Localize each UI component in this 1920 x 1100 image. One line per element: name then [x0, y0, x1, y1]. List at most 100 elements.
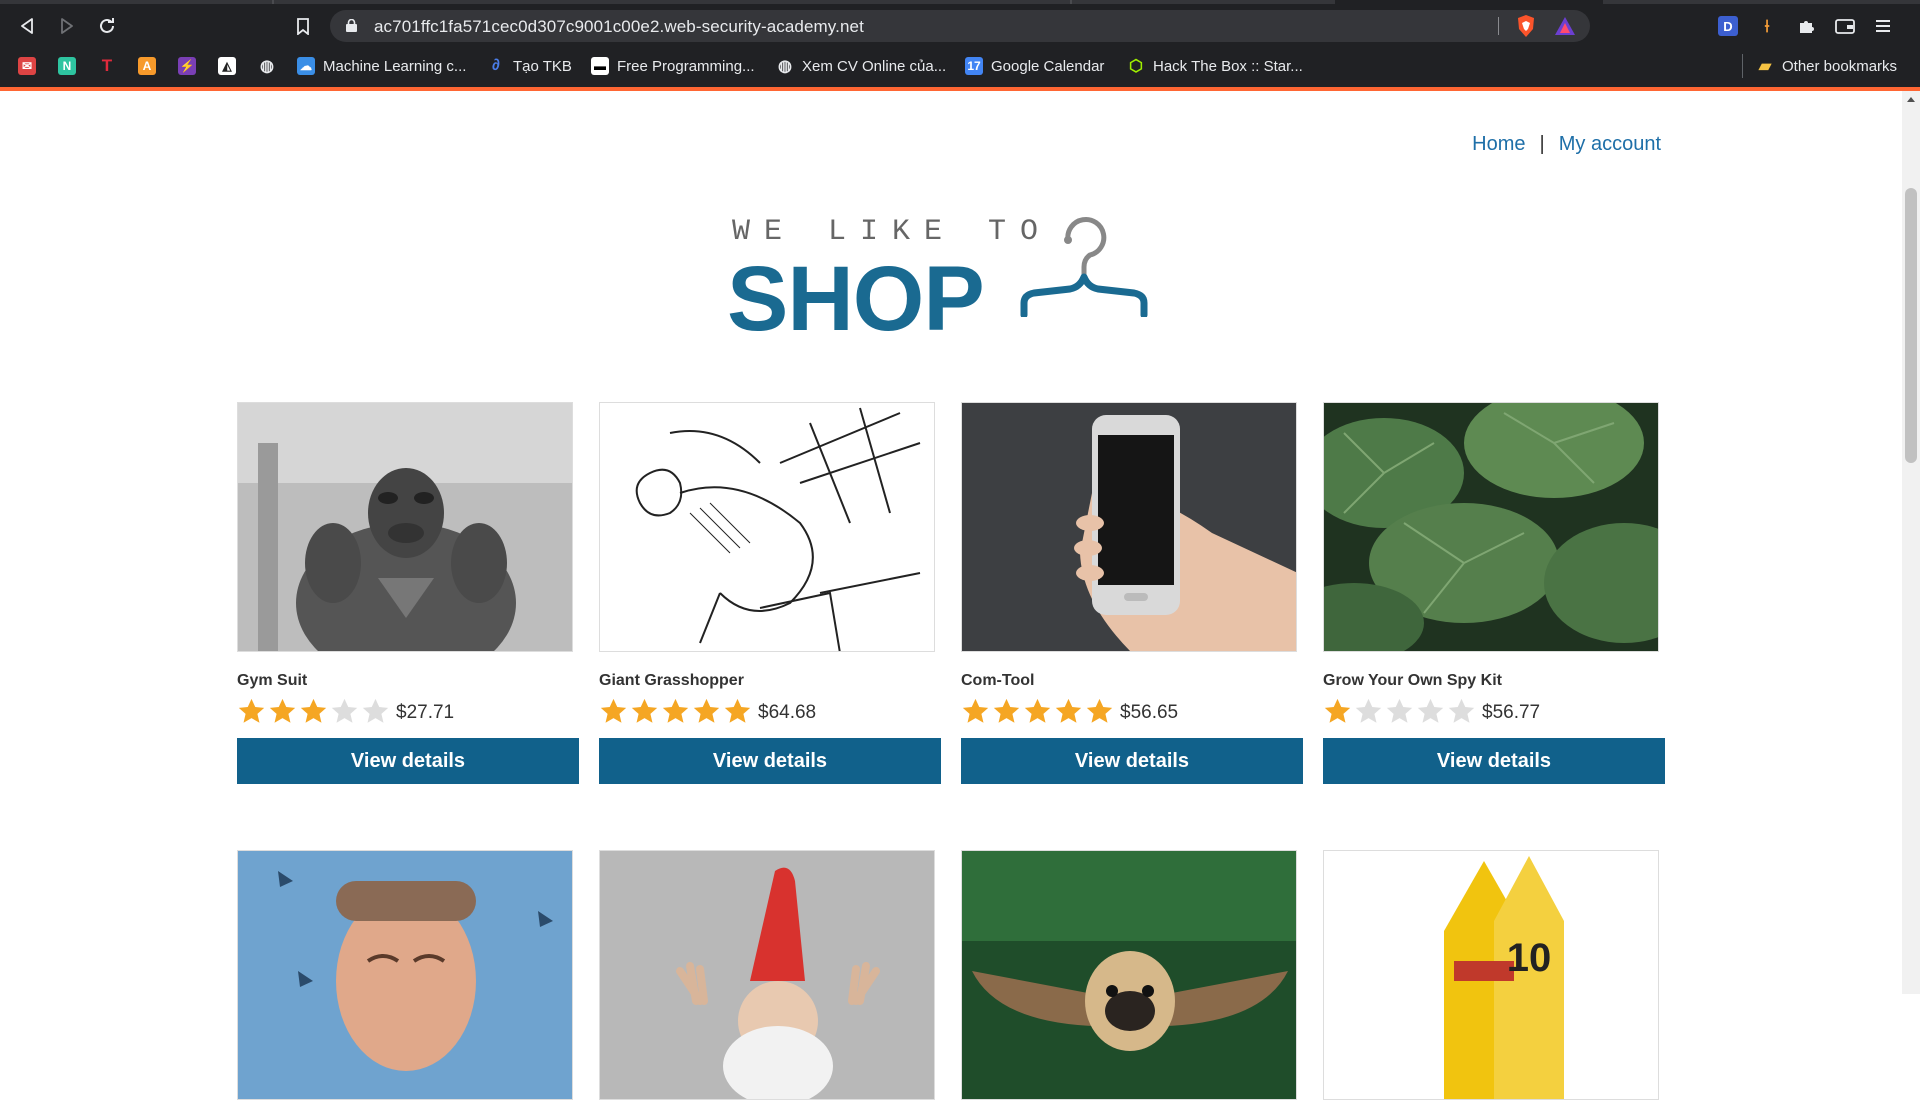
rating-stars — [599, 697, 752, 726]
back-icon[interactable] — [15, 14, 39, 38]
bookmark-icon[interactable] — [291, 14, 315, 38]
hanger-icon — [1020, 217, 1148, 317]
bookmark-htb[interactable]: ⬡ Hack The Box :: Star... — [1127, 55, 1303, 77]
product-card: 10 — [1323, 850, 1665, 1100]
product-price: $56.65 — [1120, 702, 1179, 723]
star-empty-icon — [362, 698, 389, 723]
bookmark-mail[interactable]: ✉ — [18, 55, 36, 77]
scrollbar-thumb[interactable] — [1905, 188, 1917, 463]
product-card: Grow Your Own Spy Kit $56.77 View detail… — [1323, 402, 1665, 784]
product-image[interactable] — [961, 402, 1297, 652]
wallet-icon[interactable] — [1835, 16, 1855, 36]
bookmark-cv[interactable]: ◍ Xem CV Online của... — [776, 55, 946, 77]
mail-icon: ✉ — [18, 57, 36, 75]
address-bar[interactable]: ac701ffc1fa571cec0d307c9001c00e2.web-sec… — [330, 10, 1590, 42]
omnibox-divider — [1498, 17, 1499, 35]
flag-extension-icon[interactable]: ⟊ — [1757, 16, 1777, 36]
book-icon: ▬ — [591, 57, 609, 75]
t-icon: T — [101, 56, 113, 75]
rating-stars — [237, 697, 390, 726]
scrollbar[interactable] — [1902, 91, 1920, 994]
product-name: Gym Suit — [237, 672, 308, 689]
toolbar: ac701ffc1fa571cec0d307c9001c00e2.web-sec… — [0, 4, 1920, 48]
bookmark-calendar[interactable]: 17 Google Calendar — [965, 55, 1104, 77]
home-link[interactable]: Home — [1472, 133, 1525, 156]
top-nav: Home | My account — [1472, 133, 1661, 156]
globe-icon: ◍ — [260, 58, 274, 75]
reload-icon[interactable] — [95, 14, 119, 38]
product-card: Giant Grasshopper $64.68 View details — [599, 402, 941, 784]
view-details-button[interactable]: View details — [1323, 738, 1665, 784]
d-extension-icon[interactable]: D — [1718, 16, 1738, 36]
nav-separator: | — [1539, 133, 1545, 155]
product-image[interactable] — [237, 402, 573, 652]
product-image[interactable] — [961, 850, 1297, 1100]
bookmark-label: Free Programming... — [617, 57, 755, 75]
product-price: $56.77 — [1482, 702, 1541, 723]
web-page: Home | My account WE LIKE TO SHOP Gym Su… — [0, 91, 1902, 1100]
star-filled-icon — [631, 698, 658, 723]
view-details-button[interactable]: View details — [237, 738, 579, 784]
view-details-button[interactable]: View details — [961, 738, 1303, 784]
product-meta: $64.68 — [599, 696, 941, 726]
logo-word: SHOP — [727, 248, 985, 350]
a-icon: A — [138, 57, 156, 75]
globe-icon: ◍ — [778, 58, 792, 75]
product-name: Giant Grasshopper — [599, 672, 744, 689]
product-card — [961, 850, 1303, 1100]
other-bookmarks-label: Other bookmarks — [1782, 57, 1898, 75]
cloud-icon: ☁ — [297, 57, 315, 75]
bookmark-n[interactable]: N — [58, 55, 76, 77]
star-filled-icon — [238, 698, 265, 723]
star-empty-icon — [1386, 698, 1413, 723]
rating-stars — [961, 697, 1114, 726]
product-image[interactable]: 10 — [1323, 850, 1659, 1100]
rewards-icon[interactable] — [1554, 16, 1576, 36]
browser-chrome: ac701ffc1fa571cec0d307c9001c00e2.web-sec… — [0, 0, 1920, 91]
bookmark-label: Xem CV Online của... — [802, 57, 947, 75]
star-empty-icon — [331, 698, 358, 723]
bookmark-globe[interactable]: ◍ — [258, 55, 276, 77]
bookmark-ml[interactable]: ☁ Machine Learning c... — [297, 55, 466, 77]
bookmark-label: Hack The Box :: Star... — [1153, 57, 1303, 75]
swirl-icon: ∂ — [492, 57, 500, 74]
cube-icon: ⬡ — [1129, 58, 1143, 75]
product-image[interactable] — [1323, 402, 1659, 652]
bookmark-t[interactable]: T — [98, 55, 116, 77]
n-icon: N — [58, 57, 76, 75]
product-meta: $27.71 — [237, 696, 579, 726]
other-bookmarks[interactable]: ▰ Other bookmarks — [1756, 55, 1897, 77]
shop-logo: WE LIKE TO SHOP — [727, 215, 1167, 365]
product-price: $27.71 — [396, 702, 455, 723]
bookmarks-divider — [1742, 54, 1743, 78]
bolt-icon: ⚡ — [178, 57, 196, 75]
bookmarks-bar: ✉ N T A ⚡ ◭ ◍ ☁ Machine Learning c... ∂ Tạ… — [0, 48, 1920, 86]
product-image[interactable] — [599, 850, 935, 1100]
menu-icon[interactable] — [1873, 16, 1893, 36]
puzzle-icon[interactable] — [1796, 16, 1816, 36]
bookmark-bolt[interactable]: ⚡ — [178, 55, 196, 77]
brave-shield-icon[interactable] — [1516, 15, 1536, 37]
product-image[interactable] — [599, 402, 935, 652]
product-meta: $56.77 — [1323, 696, 1665, 726]
bookmark-tkb[interactable]: ∂ Tạo TKB — [487, 55, 572, 77]
bookmark-a[interactable]: A — [138, 55, 156, 77]
bookmark-label: Tạo TKB — [513, 57, 572, 75]
star-filled-icon — [1055, 698, 1082, 723]
product-price: $64.68 — [758, 702, 817, 723]
bookmark-label: Google Calendar — [991, 57, 1105, 75]
scroll-up-arrow[interactable] — [1907, 97, 1915, 102]
forward-icon[interactable] — [55, 14, 79, 38]
my-account-link[interactable]: My account — [1559, 133, 1661, 156]
product-name: Com-Tool — [961, 672, 1035, 689]
bookmark-wolf[interactable]: ◭ — [218, 55, 236, 77]
view-details-button[interactable]: View details — [599, 738, 941, 784]
star-filled-icon — [693, 698, 720, 723]
star-filled-icon — [1086, 698, 1113, 723]
url-text[interactable]: ac701ffc1fa571cec0d307c9001c00e2.web-sec… — [374, 17, 864, 37]
star-filled-icon — [993, 698, 1020, 723]
wolf-icon: ◭ — [218, 57, 236, 75]
product-image[interactable] — [237, 850, 573, 1100]
bookmark-programming[interactable]: ▬ Free Programming... — [591, 55, 755, 77]
product-card — [599, 850, 941, 1100]
